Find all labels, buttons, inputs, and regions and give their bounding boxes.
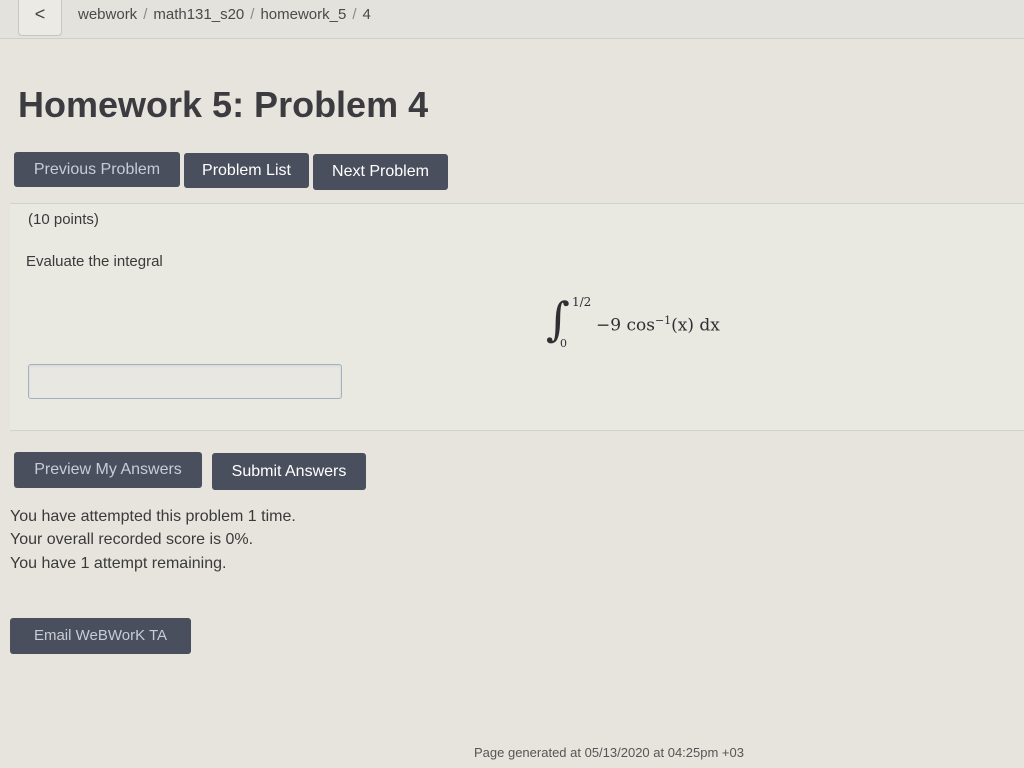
problem-list-button[interactable]: Problem List — [184, 153, 309, 188]
breadcrumb-item-course[interactable]: math131_s20 — [153, 6, 244, 23]
breadcrumb-separator: / — [250, 6, 255, 23]
breadcrumb-item-webwork[interactable]: webwork — [78, 6, 137, 23]
remaining-status: You have 1 attempt remaining. — [10, 555, 227, 572]
breadcrumb-separator: / — [143, 6, 148, 23]
back-button[interactable]: < — [18, 0, 62, 36]
answer-input[interactable] — [28, 364, 342, 399]
attempts-status: You have attempted this problem 1 time. — [10, 508, 296, 525]
breadcrumb: webwork / math131_s20 / homework_5 / 4 — [78, 6, 371, 23]
next-problem-button[interactable]: Next Problem — [313, 154, 448, 190]
page-footer: Page generated at 05/13/2020 at 04:25pm … — [474, 745, 744, 760]
integrand: −9 cos−1(x) dx — [596, 314, 720, 336]
integrand-coefficient: −9 cos — [596, 315, 655, 336]
preview-answers-button[interactable]: Preview My Answers — [14, 452, 202, 488]
breadcrumb-item-problem: 4 — [362, 6, 371, 23]
integral-formula: ∫ 1/2 0 −9 cos−1(x) dx — [546, 292, 756, 355]
integrand-argument: (x) dx — [671, 315, 720, 336]
chevron-left-icon: < — [34, 4, 46, 24]
email-ta-button[interactable]: Email WeBWorK TA — [10, 618, 191, 654]
score-status: Your overall recorded score is 0%. — [10, 531, 254, 548]
breadcrumb-item-set[interactable]: homework_5 — [260, 6, 346, 23]
integral-upper-limit: 1/2 — [572, 295, 592, 309]
problem-instruction: Evaluate the integral — [26, 253, 163, 270]
problem-points: (10 points) — [28, 211, 99, 228]
top-navbar: < webwork / math131_s20 / homework_5 / 4 — [0, 0, 1024, 39]
submit-answers-button[interactable]: Submit Answers — [212, 453, 366, 490]
previous-problem-button[interactable]: Previous Problem — [14, 152, 180, 187]
integrand-exponent: −1 — [654, 314, 672, 327]
breadcrumb-separator: / — [352, 6, 357, 23]
integral-lower-limit: 0 — [560, 337, 567, 350]
page-title: Homework 5: Problem 4 — [18, 84, 429, 125]
